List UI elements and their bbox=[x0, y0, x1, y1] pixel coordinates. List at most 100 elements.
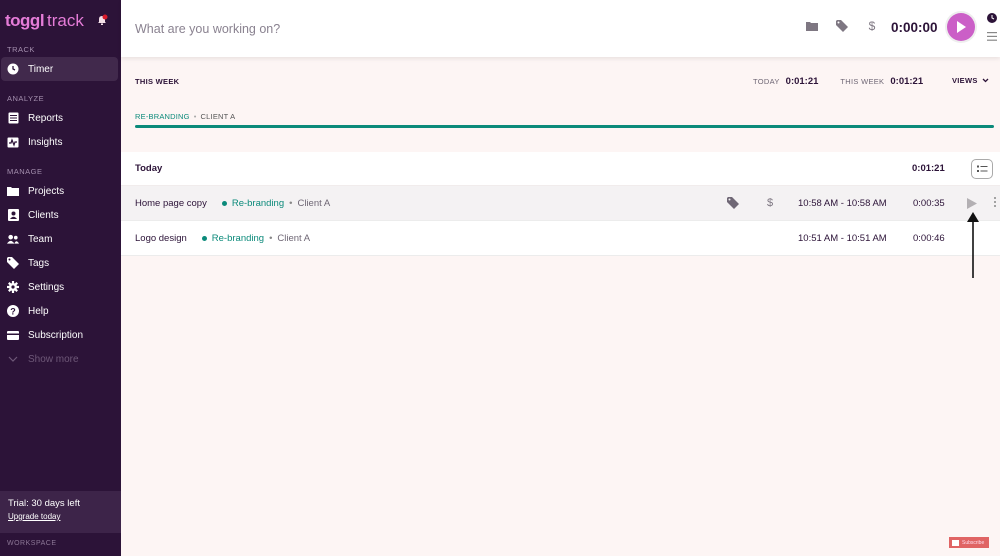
trial-text: Trial: 30 days left bbox=[8, 498, 80, 509]
sidebar-item-label: Help bbox=[28, 305, 49, 317]
project-color-dot bbox=[201, 235, 207, 241]
chevron-down-icon bbox=[982, 78, 989, 83]
play-icon bbox=[967, 198, 977, 209]
folder-icon[interactable] bbox=[806, 20, 818, 32]
bulk-edit-button[interactable] bbox=[971, 159, 993, 179]
this-week-total: 0:01:21 bbox=[890, 76, 924, 87]
section-manage: MANAGE bbox=[7, 167, 43, 176]
gear-icon bbox=[7, 281, 19, 293]
entry-duration[interactable]: 0:00:46 bbox=[913, 233, 945, 244]
sidebar-item-reports[interactable]: Reports bbox=[0, 106, 118, 130]
tag-icon[interactable] bbox=[836, 20, 848, 32]
time-entries: Today 0:01:21 Home page copy Re-branding… bbox=[121, 152, 1000, 256]
views-label: VIEWS bbox=[952, 76, 978, 85]
sidebar-item-label: Settings bbox=[28, 281, 65, 293]
sidebar-item-help[interactable]: ? Help bbox=[0, 299, 118, 323]
sidebar-item-label: Timer bbox=[28, 63, 54, 75]
time-entry-row[interactable]: Logo design Re-branding • Client A 10:51… bbox=[121, 221, 1000, 256]
more-options-icon[interactable] bbox=[994, 197, 996, 207]
day-total: 0:01:21 bbox=[912, 163, 945, 174]
project-color-dot bbox=[221, 200, 227, 206]
insights-icon bbox=[7, 136, 19, 148]
youtube-icon bbox=[952, 539, 959, 546]
sidebar-item-label: Tags bbox=[28, 257, 50, 269]
manual-mode-icon[interactable] bbox=[987, 32, 997, 41]
entry-description[interactable]: Home page copy bbox=[135, 198, 207, 209]
this-week-label: THIS WEEK bbox=[840, 77, 885, 86]
sidebar-item-projects[interactable]: Projects bbox=[0, 179, 118, 203]
sidebar-item-clients[interactable]: Clients bbox=[0, 203, 118, 227]
entry-time-range[interactable]: 10:51 AM - 10:51 AM bbox=[798, 233, 887, 244]
help-icon: ? bbox=[7, 305, 19, 317]
svg-text:?: ? bbox=[10, 307, 16, 317]
sidebar-item-label: Reports bbox=[28, 112, 64, 124]
time-entry-row[interactable]: Home page copy Re-branding • Client A $ … bbox=[121, 186, 1000, 221]
list-icon bbox=[976, 165, 987, 172]
sidebar-item-subscription[interactable]: Subscription bbox=[0, 323, 118, 347]
timer-bar-icons: $ bbox=[806, 19, 878, 33]
sidebar: toggl track TRACK Timer ANALYZE Reports bbox=[0, 0, 121, 556]
clock-icon bbox=[7, 63, 19, 75]
credit-card-icon bbox=[7, 329, 19, 341]
description-input[interactable] bbox=[135, 21, 635, 36]
entry-client: Client A bbox=[277, 232, 311, 244]
entry-duration[interactable]: 0:00:35 bbox=[913, 198, 945, 209]
entry-project[interactable]: Re-branding bbox=[201, 233, 264, 244]
sidebar-item-timer[interactable]: Timer bbox=[1, 57, 118, 81]
today-total: 0:01:21 bbox=[785, 76, 819, 87]
mode-switch bbox=[987, 13, 997, 41]
entry-description[interactable]: Logo design bbox=[135, 233, 187, 244]
legend-separator: • bbox=[193, 112, 197, 121]
billable-dollar-icon[interactable]: $ bbox=[767, 197, 773, 209]
upgrade-link[interactable]: Upgrade today bbox=[8, 512, 121, 521]
sidebar-show-more[interactable]: Show more bbox=[0, 347, 118, 371]
notification-bell-icon[interactable] bbox=[96, 14, 108, 26]
folder-icon bbox=[7, 185, 19, 197]
entry-project[interactable]: Re-branding bbox=[221, 197, 285, 209]
brand-name: toggl bbox=[5, 11, 45, 30]
sidebar-item-team[interactable]: Team bbox=[0, 227, 118, 251]
app: toggl track TRACK Timer ANALYZE Reports bbox=[0, 0, 1000, 556]
sidebar-item-tags[interactable]: Tags bbox=[0, 251, 118, 275]
continue-entry-button[interactable] bbox=[967, 198, 977, 212]
project-progress-bar bbox=[135, 125, 994, 128]
product-name: track bbox=[47, 11, 84, 30]
youtube-badge-text: Subscribe bbox=[962, 539, 985, 546]
trial-banner: Trial: 30 days left Upgrade today bbox=[0, 491, 121, 533]
chevron-down-icon bbox=[7, 353, 19, 365]
entry-separator: • bbox=[289, 197, 293, 209]
client-icon bbox=[7, 209, 19, 221]
week-title: THIS WEEK bbox=[135, 77, 180, 86]
legend-client: CLIENT A bbox=[200, 112, 236, 121]
sidebar-item-settings[interactable]: Settings bbox=[0, 275, 118, 299]
week-totals: TODAY 0:01:21 THIS WEEK 0:01:21 bbox=[753, 76, 945, 87]
sidebar-item-label: Team bbox=[28, 233, 53, 245]
entry-separator: • bbox=[269, 232, 273, 244]
week-summary: THIS WEEK TODAY 0:01:21 THIS WEEK 0:01:2… bbox=[121, 57, 1000, 152]
sidebar-item-label: Show more bbox=[28, 353, 79, 365]
start-timer-button[interactable] bbox=[947, 13, 975, 41]
project-legend: RE-BRANDING • CLIENT A bbox=[135, 112, 235, 121]
entry-project-name: Re-branding bbox=[231, 197, 285, 209]
youtube-subscribe-badge[interactable]: Subscribe bbox=[949, 537, 989, 548]
views-dropdown[interactable]: VIEWS bbox=[952, 76, 989, 85]
sidebar-item-label: Insights bbox=[28, 136, 63, 148]
today-label: TODAY bbox=[753, 77, 780, 86]
main-content: $ 0:00:00 THIS WEEK TODAY 0:01:21 THIS W… bbox=[121, 0, 1000, 556]
sidebar-item-label: Clients bbox=[28, 209, 59, 221]
sidebar-item-insights[interactable]: Insights bbox=[0, 130, 118, 154]
legend-project: RE-BRANDING bbox=[135, 112, 190, 121]
timer-bar: $ 0:00:00 bbox=[121, 0, 1000, 57]
dollar-icon[interactable]: $ bbox=[866, 19, 878, 33]
entry-time-range[interactable]: 10:58 AM - 10:58 AM bbox=[798, 198, 887, 209]
day-group-header: Today 0:01:21 bbox=[121, 152, 1000, 186]
sidebar-item-label: Projects bbox=[28, 185, 65, 197]
tag-icon bbox=[7, 257, 19, 269]
team-icon bbox=[7, 233, 19, 245]
section-track: TRACK bbox=[7, 45, 35, 54]
reports-icon bbox=[7, 112, 19, 124]
tag-icon[interactable] bbox=[727, 197, 739, 212]
timer-mode-icon[interactable] bbox=[987, 13, 997, 23]
entry-client: Client A bbox=[297, 197, 331, 209]
section-workspace: WORKSPACE bbox=[7, 540, 57, 547]
